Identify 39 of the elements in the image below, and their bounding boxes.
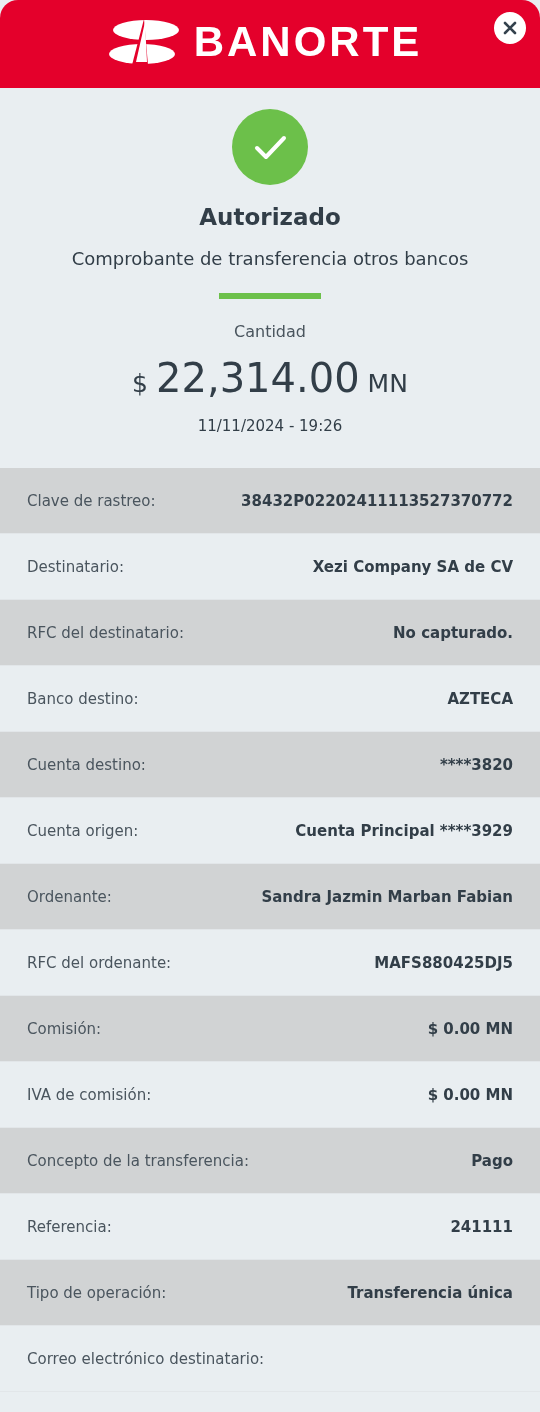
detail-value: $ 0.00 MN xyxy=(427,1019,513,1038)
detail-label: Correo electrónico destinatario: xyxy=(27,1349,265,1368)
detail-value: No capturado. xyxy=(393,623,513,642)
detail-label: IVA de comisión: xyxy=(27,1085,152,1104)
check-icon xyxy=(232,109,308,185)
detail-value: ****3820 xyxy=(439,755,513,774)
detail-label: Clave de rastreo: xyxy=(27,491,156,510)
amount-label: Cantidad xyxy=(234,322,306,341)
detail-label: Cuenta origen: xyxy=(27,821,139,840)
detail-label: RFC del destinatario: xyxy=(27,623,184,642)
detail-label: Tipo de operación: xyxy=(27,1283,167,1302)
date-time: 11/11/2024 - 19:26 xyxy=(197,417,343,435)
detail-value: Transferencia única xyxy=(347,1283,513,1302)
amount-value: 22,314.00 xyxy=(156,355,360,401)
detail-value: $ 0.00 MN xyxy=(427,1085,513,1104)
detail-label: Comisión: xyxy=(27,1019,102,1038)
detail-label: Cuenta destino: xyxy=(27,755,146,774)
detail-value: MAFS880425DJ5 xyxy=(374,953,513,972)
detail-value: Sandra Jazmin Marban Fabian xyxy=(261,887,513,906)
currency-symbol: $ xyxy=(132,369,148,398)
detail-label: Banco destino: xyxy=(27,689,139,708)
currency-unit: MN xyxy=(367,369,408,398)
detail-label: RFC del ordenante: xyxy=(27,953,172,972)
receipt-subtitle: Comprobante de transferencia otros bancos xyxy=(71,248,469,269)
detail-value: Cuenta Principal ****3929 xyxy=(295,821,513,840)
detail-value: Xezi Company SA de CV xyxy=(312,557,513,576)
brand-logo-text: BANORTE xyxy=(193,21,423,63)
detail-value: Pago xyxy=(471,1151,513,1170)
detail-value: 241111 xyxy=(450,1217,513,1236)
detail-label: Concepto de la transferencia: xyxy=(27,1151,249,1170)
detail-label: Ordenante: xyxy=(27,887,112,906)
status-title: Autorizado xyxy=(199,204,341,230)
detail-value: AZTECA xyxy=(447,689,513,708)
close-icon xyxy=(503,21,517,35)
logo-icon xyxy=(107,18,182,66)
detail-label: Referencia: xyxy=(27,1217,112,1236)
detail-label: Destinatario: xyxy=(27,557,124,576)
detail-value: 38432P02202411113527370772 xyxy=(241,491,513,510)
close-button[interactable] xyxy=(494,12,526,44)
